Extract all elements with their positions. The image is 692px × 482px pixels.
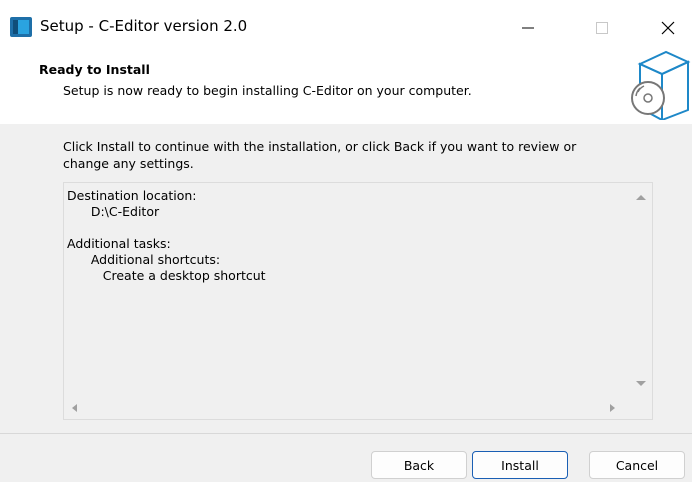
- setup-app-icon: [10, 17, 32, 37]
- back-button[interactable]: Back: [371, 451, 467, 479]
- window-title: Setup - C-Editor version 2.0: [40, 17, 248, 35]
- memo-line: D:\C-Editor: [67, 204, 160, 219]
- install-instruction: Click Install to continue with the insta…: [63, 139, 577, 171]
- scroll-up-arrow-icon[interactable]: [636, 195, 646, 200]
- maximize-icon: [596, 22, 608, 34]
- memo-line: Create a desktop shortcut: [67, 268, 266, 283]
- scroll-right-arrow-icon[interactable]: [610, 404, 615, 412]
- page-subtitle: Setup is now ready to begin installing C…: [63, 83, 472, 98]
- memo-text: Destination location: D:\C-Editor​Additi…: [67, 188, 266, 284]
- vertical-scrollbar[interactable]: [630, 183, 652, 397]
- ready-memo-box[interactable]: Destination location: D:\C-Editor​Additi…: [63, 182, 653, 420]
- close-icon: [661, 21, 675, 35]
- install-button[interactable]: Install: [472, 451, 568, 479]
- memo-line: Destination location:: [67, 188, 197, 203]
- memo-line: ​: [67, 220, 266, 236]
- page-heading: Ready to Install: [39, 62, 150, 77]
- memo-line: Additional shortcuts:: [67, 252, 221, 267]
- minimize-icon: [522, 27, 534, 29]
- memo-line: Additional tasks:: [67, 236, 171, 251]
- install-box-disc-icon: [631, 50, 691, 120]
- wizard-header-panel: [0, 40, 692, 124]
- horizontal-scrollbar[interactable]: [64, 397, 652, 419]
- scroll-left-arrow-icon[interactable]: [72, 404, 77, 412]
- scroll-down-arrow-icon[interactable]: [636, 381, 646, 386]
- cancel-button[interactable]: Cancel: [589, 451, 685, 479]
